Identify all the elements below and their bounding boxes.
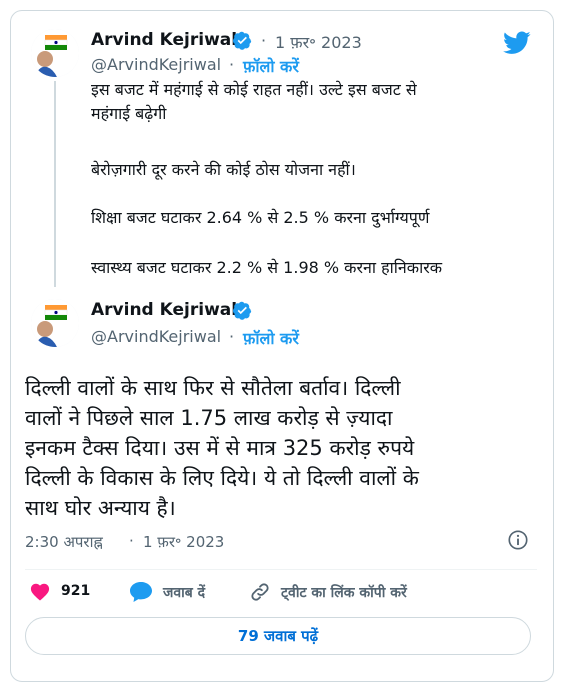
like-action[interactable]: 921 (29, 581, 90, 601)
separator-dot: · (261, 31, 267, 50)
copy-link-action[interactable]: ट्वीट का लिंक कॉपी करें (249, 581, 407, 603)
quoted-tweet-date[interactable]: 1 फ़र॰ 2023 (275, 31, 362, 53)
quoted-tweet-line: इस बजट में महंगाई से कोई राहत नहीं। उल्ट… (91, 80, 417, 99)
tweet-text-line: इनकम टैक्स दिया। उस में से मात्र 325 करो… (25, 436, 415, 460)
read-replies-button[interactable]: 79 जवाब पढ़ें (25, 617, 531, 655)
verified-badge-icon (233, 301, 252, 320)
author-name[interactable]: Arvind Kejriwal (91, 300, 237, 320)
quoted-tweet-line: शिक्षा बजट घटाकर 2.64 % से 2.5 % करना दु… (91, 208, 430, 227)
quoted-author-name[interactable]: Arvind Kejriwal (91, 30, 237, 50)
separator-dot: · (129, 532, 134, 550)
twitter-bird-icon[interactable] (503, 31, 531, 55)
quoted-tweet-line: बेरोज़गारी दूर करने की कोई ठोस योजना नही… (91, 160, 356, 179)
avatar[interactable] (31, 299, 79, 347)
heart-icon (30, 583, 50, 601)
info-icon[interactable] (507, 529, 529, 551)
follow-button[interactable]: फ़ॉलो करें (243, 55, 299, 77)
avatar-image (31, 299, 79, 347)
thread-connector-line (54, 81, 56, 287)
quoted-author-handle[interactable]: @ArvindKejriwal (91, 55, 221, 74)
divider (25, 569, 537, 570)
reply-action[interactable]: जवाब दें (129, 581, 205, 603)
read-replies-label: 79 जवाब पढ़ें (237, 627, 319, 645)
separator-dot: · (229, 55, 235, 74)
reply-label: जवाब दें (163, 584, 206, 601)
tweet-text-line: वालों ने पिछले साल 1.75 लाख करोड़ से ज़्… (25, 406, 393, 430)
quoted-tweet-line: महंगाई बढ़ेगी (91, 104, 167, 123)
speech-bubble-icon (130, 582, 152, 602)
avatar[interactable] (31, 29, 79, 77)
follow-button[interactable]: फ़ॉलो करें (243, 327, 299, 349)
author-handle[interactable]: @ArvindKejriwal (91, 327, 221, 346)
copy-link-label: ट्वीट का लिंक कॉपी करें (281, 584, 407, 601)
tweet-embed-card: Arvind Kejriwal · 1 फ़र॰ 2023 @ArvindKej… (10, 10, 554, 682)
tweet-text-line: दिल्ली वालों के साथ फिर से सौतेला बर्ताव… (25, 376, 401, 400)
like-count: 921 (61, 583, 91, 599)
quoted-tweet-line: स्वास्थ्य बजट घटाकर 2.2 % से 1.98 % करना… (91, 258, 443, 277)
separator-dot: · (229, 327, 235, 346)
avatar-image (31, 29, 79, 77)
tweet-date[interactable]: 1 फ़र॰ 2023 (143, 532, 224, 552)
tweet-time[interactable]: 2:30 अपराह्न (25, 532, 103, 552)
tweet-text-line: दिल्ली के विकास के लिए दिये। ये तो दिल्ल… (25, 466, 419, 490)
link-icon (251, 583, 269, 601)
tweet-text-line: साथ घोर अन्याय है। (25, 496, 176, 520)
verified-badge-icon (233, 31, 252, 50)
